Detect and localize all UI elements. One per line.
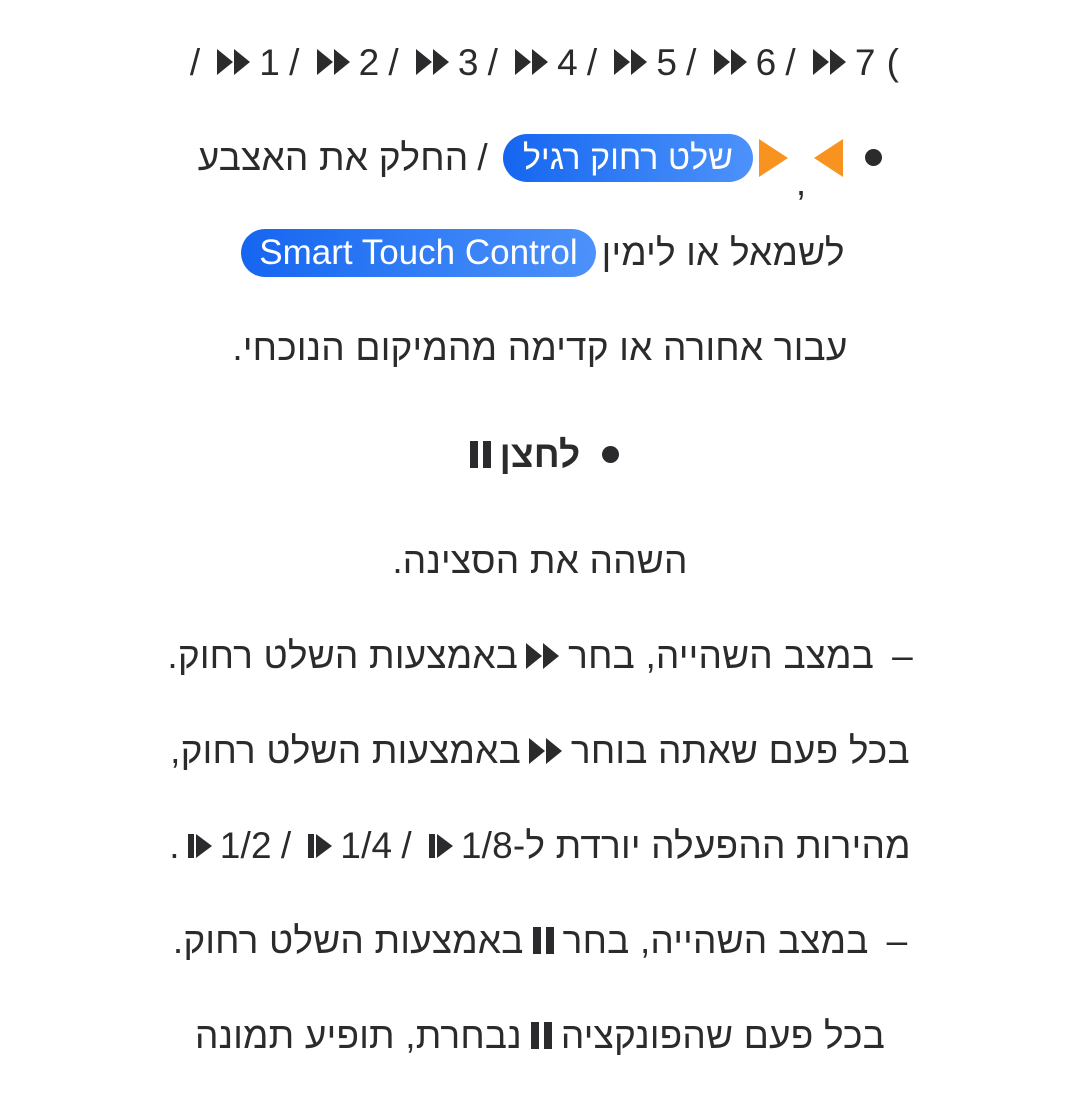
pause-item-2-detail-line: בכל פעם שהפונקציה נבחרת, תופיע תמונה (0, 988, 1080, 1083)
fast-forward-icon (415, 47, 451, 77)
list-dash: – (886, 920, 908, 961)
speed-slash-6: / (289, 41, 300, 83)
triangle-left-orange-icon (814, 138, 844, 177)
pause-item-2-detail-pre: בכל פעם שהפונקציה (560, 1015, 886, 1056)
triangle-right-orange-icon (758, 138, 788, 177)
remote-type-pill-standard[interactable]: שלט רחוק רגיל (502, 133, 753, 182)
fast-forward-icon (713, 47, 749, 77)
pause-item-1-speeds-line: מהירות ההפעלה יורדת ל- 1/8 / 1/4 / 1/2 . (0, 798, 1080, 893)
speed-value-2: 2 (358, 41, 380, 83)
rewind-forward-bullet-line: , שלט רחוק רגיל / החלק את האצבע (0, 110, 1080, 205)
pause-item-1-pre: במצב השהייה, בחר (568, 635, 875, 676)
remote-type-pill-smart-touch-control[interactable]: Smart Touch Control (241, 228, 596, 277)
fast-forward-icon (528, 736, 564, 766)
speed-slash-3: / (586, 41, 598, 83)
speed-value-3: 3 (457, 41, 479, 83)
step-forward-icon (187, 832, 213, 860)
pause-icon (530, 1022, 552, 1049)
speed-value-4: 4 (557, 41, 578, 83)
playback-speed-1-2: 1/2 (219, 825, 272, 866)
playback-speed-label: מהירות ההפעלה יורדת ל- (512, 825, 911, 866)
pause-item-2-post: באמצעות השלט רחוק. (172, 920, 524, 961)
fast-forward-icon (316, 47, 352, 77)
speed-open-paren: ( (886, 41, 900, 83)
fast-forward-icon (525, 641, 561, 671)
pause-bullet-line: לחצן (0, 395, 1080, 513)
rewind-forward-line1-text: החלק את האצבע (197, 137, 469, 178)
fast-forward-icon (812, 47, 848, 77)
pause-icon (532, 927, 554, 954)
fast-forward-icon (613, 47, 649, 77)
pill-separator-slash: / (477, 137, 488, 178)
speed-sequence-line: ( 7 / 6 / 5 / 4 / 3 / 2 / 1 / (0, 0, 1080, 110)
speed-slash: / (401, 825, 412, 866)
step-forward-icon (307, 832, 333, 860)
rewind-forward-line2-text: לשמאל או לימין (601, 232, 845, 273)
pause-item-1-post: באמצעות השלט רחוק. (167, 635, 519, 676)
speed-value-1: 1 (259, 41, 281, 83)
pause-item-1-detail-pre: בכל פעם שאתה בוחר (570, 730, 910, 771)
pause-item-2-detail-post: נבחרת, תופיע תמונה (194, 1015, 522, 1056)
rewind-forward-line2: לשמאל או לימין Smart Touch Control (0, 205, 1080, 300)
pause-heading-label: לחצן (499, 433, 581, 475)
rewind-forward-description: עבור אחורה או קדימה מהמיקום הנוכחי. (232, 327, 848, 368)
rewind-forward-line3: עבור אחורה או קדימה מהמיקום הנוכחי. (0, 300, 1080, 395)
pause-item-1-detail-line: בכל פעם שאתה בוחר באמצעות השלט רחוק, (0, 703, 1080, 798)
speed-slash-1: / (785, 41, 796, 83)
pause-item-1-detail-post: באמצעות השלט רחוק, (170, 730, 521, 771)
speed-slash-4: / (487, 41, 499, 83)
fast-forward-icon (514, 47, 550, 77)
pause-item-1-line: – במצב השהייה, בחר באמצעות השלט רחוק. (0, 608, 1080, 703)
pause-item-2-pre: במצב השהייה, בחר (562, 920, 869, 961)
bullet-point (865, 149, 883, 166)
speed-value-6: 6 (755, 41, 777, 83)
list-dash: – (892, 635, 913, 676)
speed-value-5: 5 (656, 41, 678, 83)
speed-slash-5: / (388, 41, 399, 83)
step-forward-icon (428, 832, 454, 860)
speeds-period: . (169, 825, 180, 866)
pause-item-2-line: – במצב השהייה, בחר באמצעות השלט רחוק. (0, 893, 1080, 988)
arrow-separator-comma: , (795, 161, 807, 203)
speed-slash: / (280, 825, 292, 866)
pause-description-line: השהה את הסצינה. (0, 513, 1080, 608)
emanual-page: ( 7 / 6 / 5 / 4 / 3 / 2 / 1 / , שלט רחוק… (0, 0, 1080, 1104)
fast-forward-icon (216, 47, 252, 77)
playback-speed-1-4: 1/4 (340, 825, 393, 866)
pause-description: השהה את הסצינה. (392, 540, 688, 581)
speed-value-7: 7 (854, 41, 876, 83)
pause-icon (469, 440, 491, 468)
speed-slash-7: / (189, 41, 201, 83)
playback-speed-1-8: 1/8 (460, 825, 513, 866)
speed-slash-2: / (686, 41, 697, 83)
bullet-point (602, 445, 620, 463)
